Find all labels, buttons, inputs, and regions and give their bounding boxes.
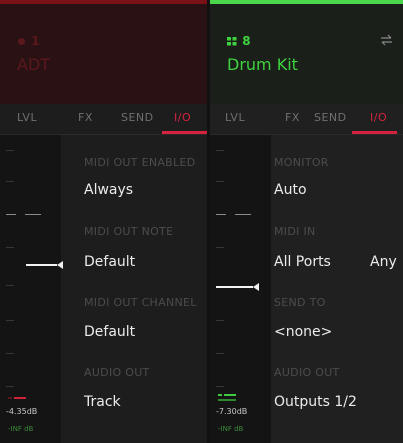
meter-segment [224,394,236,396]
audio-out-value[interactable]: Track [84,394,121,410]
field-label: MIDI OUT ENABLED [84,156,196,169]
tab-io[interactable]: I/O [174,111,191,124]
peak-db: -INF dB [8,425,34,433]
tab-fx[interactable]: FX [78,111,93,124]
field-label: AUDIO OUT [84,366,150,379]
track-header[interactable]: 8 Drum Kit [210,4,403,104]
track-name: Drum Kit [227,55,298,74]
meter-tick [235,214,251,215]
fader-handle-icon[interactable] [57,261,63,269]
tab-io[interactable]: I/O [370,111,387,124]
field-label: MIDI IN [274,225,316,238]
tab-send[interactable]: SEND [314,111,347,124]
meter-tick [6,247,14,248]
meter-tick [216,150,224,151]
monitor-value[interactable]: Auto [274,182,307,198]
tab-bar: LVL FX SEND I/O [0,104,207,135]
meter-segment [8,397,12,399]
track-number-value: 8 [242,34,252,48]
meter-tick [25,214,41,215]
track-panel-8[interactable]: 8 Drum Kit LVL FX SEND I/O -7.30dB -INF … [210,0,403,443]
field-label: SEND TO [274,296,326,309]
track-name: ADT [17,55,51,74]
meter-segment [14,397,26,399]
fader-line[interactable] [26,264,57,266]
meter-tick [216,320,224,321]
field-label: MIDI OUT CHANNEL [84,296,197,309]
meter-tick [6,386,14,387]
field-label: AUDIO OUT [274,366,340,379]
tab-send[interactable]: SEND [121,111,154,124]
tab-lvl[interactable]: LVL [225,111,245,124]
active-tab-indicator [162,131,207,134]
meter-tick [216,247,224,248]
meter-tick [6,320,14,321]
level-meter[interactable]: -4.35dB -INF dB [0,135,63,443]
drum-grid-icon [227,34,242,48]
midi-out-enabled-value[interactable]: Always [84,182,133,198]
tab-lvl[interactable]: LVL [17,111,37,124]
record-icon [17,34,31,48]
send-to-value[interactable]: <none> [274,324,332,340]
meter-tick [216,214,226,215]
swap-arrows-icon[interactable] [380,32,393,50]
tab-fx[interactable]: FX [285,111,300,124]
active-tab-indicator [352,131,397,134]
midi-out-note-value[interactable]: Default [84,254,135,270]
level-db: -7.30dB [216,407,248,416]
track-number: 8 [227,34,252,48]
peak-db: -INF dB [218,425,244,433]
midi-in-channel-value[interactable]: Any [370,254,397,270]
level-meter[interactable]: -7.30dB -INF dB [210,135,271,443]
fader-line[interactable] [216,286,253,288]
meter-tick [216,181,224,182]
meter-tick [216,386,224,387]
meter-tick [6,150,14,151]
level-db: -4.35dB [6,407,38,416]
midi-in-port-value[interactable]: All Ports [274,254,331,270]
meter-tick [6,353,14,354]
audio-out-value[interactable]: Outputs 1/2 [274,394,357,410]
track-number-value: 1 [31,34,41,48]
meter-segment [218,399,236,401]
meter-tick [216,353,224,354]
meter-tick [6,214,16,215]
track-number: 1 [17,34,41,48]
midi-out-channel-value[interactable]: Default [84,324,135,340]
fader-handle-icon[interactable] [253,283,259,291]
track-header[interactable]: 1 ADT [0,4,207,104]
track-panel-1[interactable]: 1 ADT LVL FX SEND I/O -4.35dB -INF dB MI… [0,0,207,443]
field-label: MIDI OUT NOTE [84,225,174,238]
meter-tick [6,181,14,182]
meter-tick [6,285,14,286]
field-label: MONITOR [274,156,329,169]
meter-segment [218,394,222,396]
tab-bar: LVL FX SEND I/O [210,104,403,135]
